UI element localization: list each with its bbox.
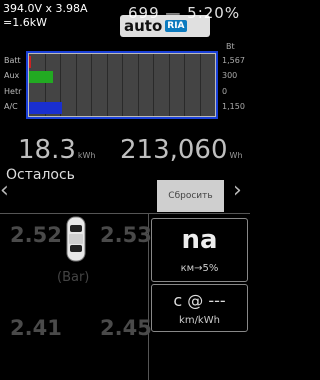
- power-line-2: =1.6kW: [3, 16, 47, 29]
- section-divider: [0, 213, 250, 214]
- power-line-1: 394.0V x 3.98A: [3, 2, 88, 15]
- total-energy-value: 213,060: [120, 135, 228, 165]
- tire-rear-left: 2.41: [10, 316, 62, 340]
- bar-value-label: 0: [222, 86, 228, 96]
- remaining-energy-value: 18.3: [18, 135, 76, 165]
- chart-frame: [26, 51, 218, 119]
- efficiency-value: c @ ---: [173, 291, 226, 310]
- remaining-label: Осталось: [6, 167, 75, 183]
- remaining-energy: 18.3 kWh: [18, 135, 96, 165]
- tire-front-right: 2.53: [100, 223, 152, 247]
- car-top-view-icon: [64, 215, 88, 263]
- remaining-energy-unit: kWh: [77, 151, 96, 160]
- bar-value-label: 1,150: [222, 102, 245, 112]
- watermark-ria: RIA: [165, 20, 187, 32]
- chart-unit-label: Bt: [226, 42, 235, 51]
- chevron-right-icon[interactable]: ›: [233, 178, 242, 203]
- watermark-auto: auto: [124, 17, 163, 35]
- chevron-left-icon[interactable]: ‹: [0, 178, 9, 203]
- efficiency-panel[interactable]: c @ --- km/kWh: [151, 284, 248, 332]
- bar-value-label: 1,567: [222, 55, 245, 65]
- tire-front-left: 2.52: [10, 223, 62, 247]
- total-energy: 213,060 Wh: [120, 135, 243, 165]
- efficiency-label: km/kWh: [179, 315, 220, 326]
- range-label: км→5%: [180, 263, 219, 274]
- bar-name-label: A/C: [4, 102, 18, 112]
- tire-pressure-unit: (Bar): [57, 270, 90, 285]
- total-energy-unit: Wh: [229, 151, 243, 160]
- range-value: na: [181, 225, 218, 255]
- autoria-watermark: auto RIA: [120, 15, 210, 37]
- bar-value-label: 300: [222, 71, 238, 81]
- tire-rear-right: 2.45: [100, 316, 152, 340]
- range-panel[interactable]: na км→5%: [151, 218, 248, 282]
- bar-name-label: Batt: [4, 55, 21, 65]
- reset-button[interactable]: Сбросить: [157, 180, 224, 212]
- bar-name-label: Aux: [4, 71, 20, 81]
- power-readout: 394.0V x 3.98A =1.6kW: [3, 2, 88, 30]
- bar-name-label: Hetr: [4, 86, 22, 96]
- power-bar-chart: Bt Batt 1,567 Aux 300 Hetr 0 A/C 1,150: [0, 40, 250, 126]
